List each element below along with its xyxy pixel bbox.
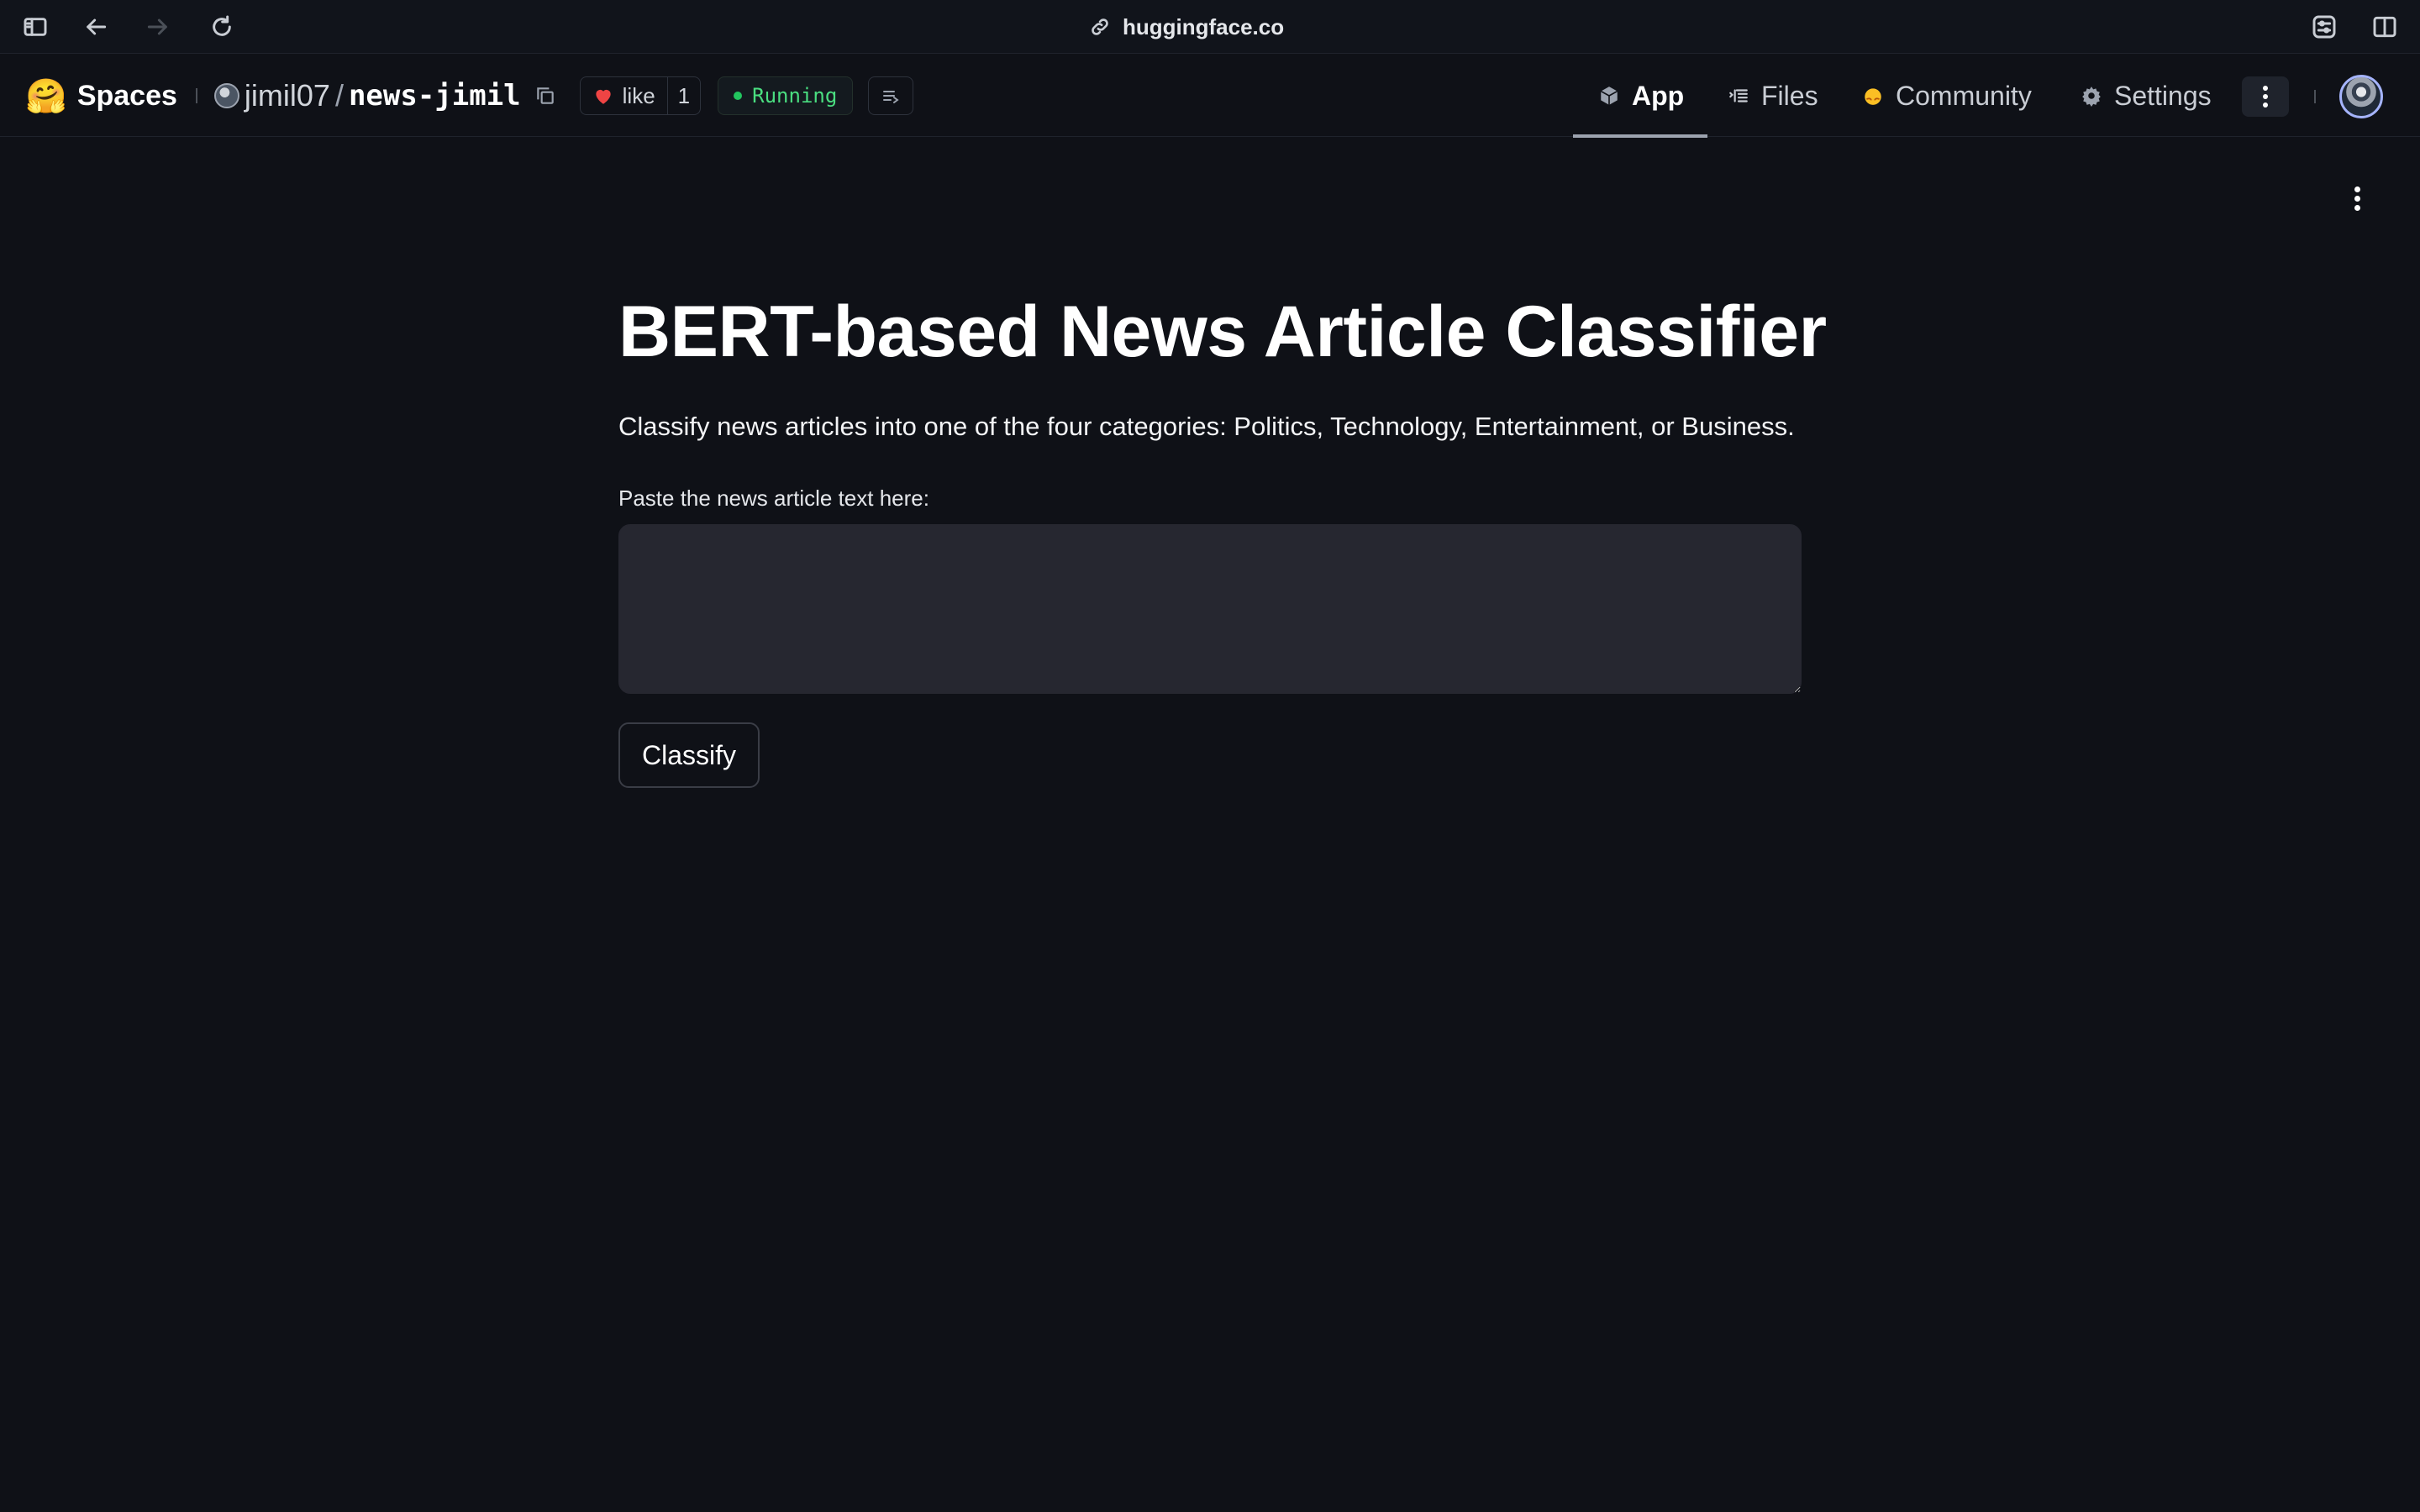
browser-toolbar: huggingface.co: [0, 0, 2420, 54]
tab-community[interactable]: Community: [1862, 55, 2032, 137]
article-text-input[interactable]: [618, 524, 1802, 694]
more-options-button[interactable]: [2242, 76, 2289, 117]
page-description: Classify news articles into one of the f…: [618, 412, 1795, 441]
hf-community-icon: [1865, 88, 1881, 105]
space-header: 🤗 Spaces jimil07 / news-jimil like 1 Run…: [0, 55, 2420, 138]
tab-community-label: Community: [1896, 80, 2032, 111]
tab-settings[interactable]: Settings: [2081, 55, 2212, 137]
user-avatar[interactable]: [2339, 75, 2383, 118]
files-icon: [1729, 89, 1748, 102]
tab-settings-label: Settings: [2114, 80, 2212, 111]
kebab-icon: [2263, 84, 2268, 109]
tab-app[interactable]: App: [1572, 55, 1708, 138]
tab-files-label: Files: [1761, 80, 1818, 111]
sidebar-toggle-icon[interactable]: [20, 12, 50, 42]
page-title: BERT-based News Article Classifier: [618, 291, 1827, 372]
kebab-icon: [2354, 185, 2360, 213]
gear-icon: [2082, 87, 2101, 107]
link-icon: [1092, 18, 1108, 35]
reload-icon[interactable]: [207, 12, 237, 42]
divider: [2314, 90, 2316, 103]
cube-icon: [1600, 87, 1618, 105]
forward-arrow-icon[interactable]: [143, 12, 173, 42]
address-bar[interactable]: huggingface.co: [1089, 12, 1284, 42]
classify-button[interactable]: Classify: [618, 722, 760, 788]
back-arrow-icon[interactable]: [81, 12, 111, 42]
split-view-icon[interactable]: [2370, 12, 2400, 42]
tab-files[interactable]: Files: [1728, 55, 1818, 137]
url-text: huggingface.co: [1123, 13, 1285, 39]
extensions-icon[interactable]: [2309, 12, 2339, 42]
app-menu-button[interactable]: [2344, 183, 2370, 213]
tab-app-label: App: [1632, 80, 1685, 111]
article-input-label: Paste the news article text here:: [618, 486, 929, 511]
